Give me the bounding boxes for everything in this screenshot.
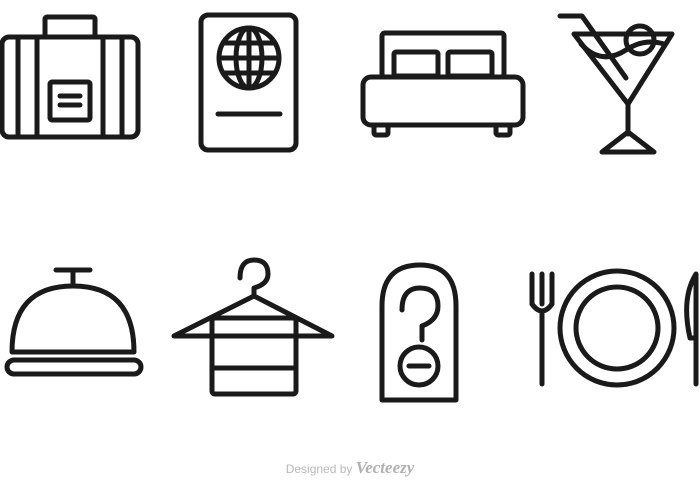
- watermark: Designed by Vecteezy: [0, 458, 700, 478]
- do-not-disturb-sign-icon: [379, 262, 459, 403]
- watermark-prefix: Designed by: [285, 462, 353, 476]
- service-bell-icon: [4, 267, 144, 377]
- watermark-brand-logo: Vecteezy: [355, 458, 415, 477]
- bed-icon: [360, 30, 526, 138]
- towel-hanger-icon: [171, 257, 335, 397]
- luggage-icon: [0, 14, 141, 140]
- cocktail-icon: [557, 13, 675, 155]
- dining-plate-cutlery-icon: [529, 268, 699, 388]
- passport-icon: [198, 12, 299, 153]
